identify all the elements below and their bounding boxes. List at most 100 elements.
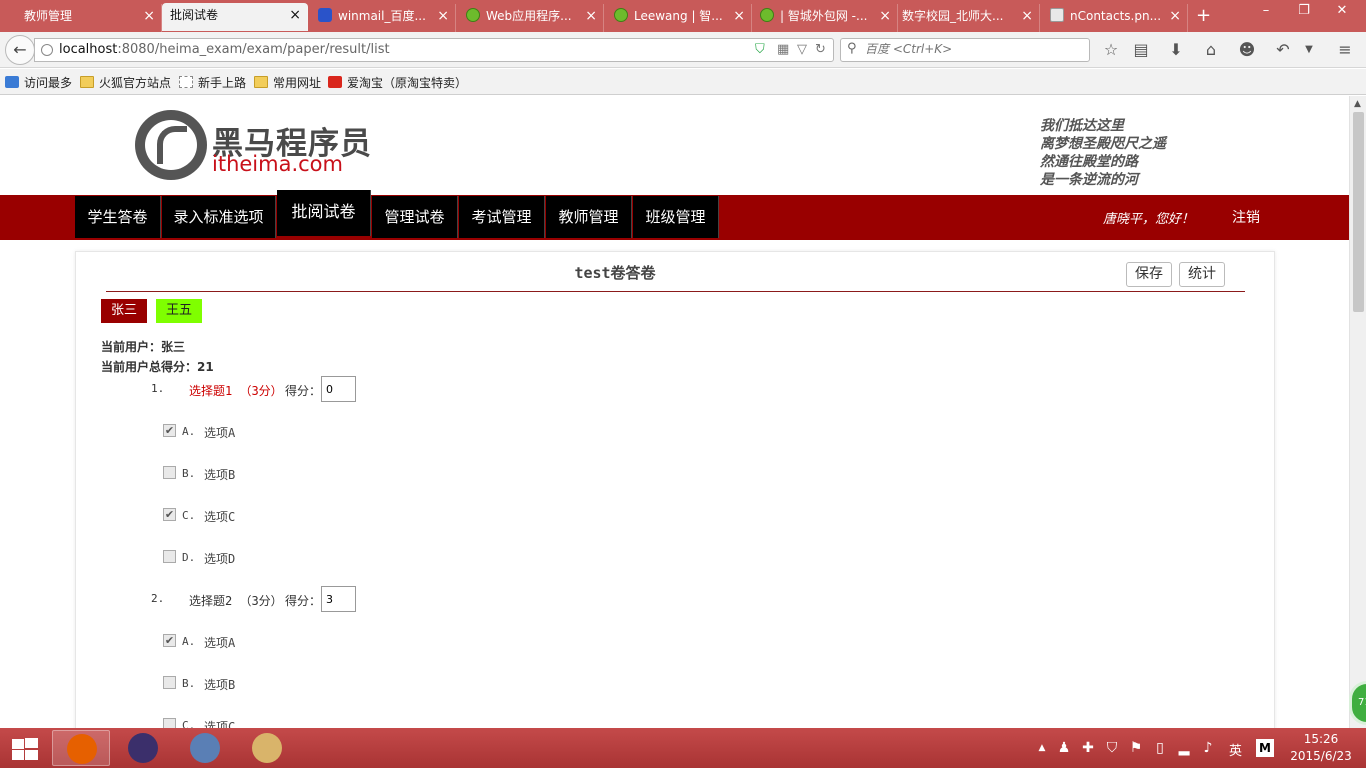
nav-enter-standard-options[interactable]: 录入标准选项 xyxy=(162,196,276,238)
title-divider xyxy=(106,291,1245,292)
tab-close-icon[interactable]: × xyxy=(1021,4,1033,28)
tab-teacher-management[interactable]: 教师管理 × xyxy=(16,4,162,32)
option-checkbox[interactable]: ✔ xyxy=(163,424,176,437)
search-box[interactable]: ⚲ xyxy=(840,38,1090,62)
save-button[interactable]: 保存 xyxy=(1126,262,1172,287)
nav-exam-management[interactable]: 考试管理 xyxy=(459,196,545,238)
reload-icon[interactable]: ↻ xyxy=(815,42,826,57)
logout-link[interactable]: 注销 xyxy=(1232,207,1260,227)
scroll-up-icon[interactable]: ▲ xyxy=(1354,99,1361,109)
tab-leewang[interactable]: Leewang | 智... × xyxy=(606,4,752,32)
nav-review-papers[interactable]: 批阅试卷 xyxy=(277,190,371,236)
download-icon[interactable]: ⬇ xyxy=(1165,40,1187,59)
clock-time[interactable]: 15:26 xyxy=(1290,732,1352,746)
nav-manage-papers[interactable]: 管理试卷 xyxy=(372,196,458,238)
taskbar-mysql[interactable] xyxy=(176,730,234,766)
bookmark-most-visited[interactable]: 访问最多 xyxy=(5,74,72,91)
option-text: 选项B xyxy=(204,678,236,692)
windows-logo-pane xyxy=(25,738,38,748)
tab-close-icon[interactable]: × xyxy=(437,4,449,28)
input-language[interactable]: 英 xyxy=(1229,740,1242,759)
tab-winmail[interactable]: winmail_百度... × xyxy=(310,4,456,32)
tab-review-papers[interactable]: 批阅试卷 × xyxy=(162,3,308,31)
option-checkbox[interactable]: ✔ xyxy=(163,634,176,647)
student-tab-zhangsan[interactable]: 张三 xyxy=(101,299,148,323)
url-bar[interactable]: localhost:8080/heima_exam/exam/paper/res… xyxy=(34,38,834,62)
volume-icon[interactable]: ♪ xyxy=(1200,740,1216,756)
search-input[interactable] xyxy=(865,42,1085,56)
green-globe-icon xyxy=(466,8,480,22)
url-text[interactable]: localhost:8080/heima_exam/exam/paper/res… xyxy=(59,42,390,57)
windows-logo-pane xyxy=(12,739,24,749)
dropdown-arrow-icon[interactable]: ▽ xyxy=(797,42,807,57)
battery-icon[interactable]: ▯ xyxy=(1152,740,1168,756)
page-scrollbar[interactable]: ▲ xyxy=(1349,96,1366,728)
tab-close-icon[interactable]: × xyxy=(143,4,155,28)
network-signal-icon[interactable]: ▂ xyxy=(1176,740,1192,756)
menu-icon[interactable]: ≡ xyxy=(1334,40,1356,59)
windows-start-button[interactable] xyxy=(10,738,38,760)
folder-icon xyxy=(254,76,268,88)
qq-penguin-icon[interactable]: ♟ xyxy=(1056,740,1072,756)
question-score-input[interactable] xyxy=(321,586,356,612)
option-checkbox[interactable] xyxy=(163,550,176,563)
action-center-flag-icon[interactable]: ⚑ xyxy=(1128,740,1144,756)
chevron-down-icon[interactable]: ▼ xyxy=(1298,44,1320,55)
bookmark-firefox-site[interactable]: 火狐官方站点 xyxy=(80,74,171,91)
bookmark-ai-taobao[interactable]: 爱淘宝（原淘宝特卖） xyxy=(328,74,467,91)
site-identity-icon[interactable] xyxy=(41,44,53,56)
bookmark-star-icon[interactable]: ☆ xyxy=(1100,40,1122,59)
taskbar-javaee-ide[interactable] xyxy=(114,730,172,766)
qr-code-icon[interactable]: ▦ xyxy=(777,42,789,57)
bookmark-getting-started[interactable]: 新手上路 xyxy=(179,74,246,91)
bookmark-common-urls[interactable]: 常用网址 xyxy=(254,74,321,91)
horse-head-shape xyxy=(157,126,187,164)
tab-close-icon[interactable]: × xyxy=(1169,4,1181,28)
taskbar-paint[interactable] xyxy=(238,730,296,766)
close-window-icon[interactable]: ✕ xyxy=(1328,2,1356,20)
tab-digital-campus[interactable]: 数字校园_北师大... × xyxy=(894,4,1040,32)
nav-teacher-management[interactable]: 教师管理 xyxy=(546,196,632,238)
tab-close-icon[interactable]: × xyxy=(289,3,301,27)
tab-webapp[interactable]: Web应用程序... × xyxy=(458,4,604,32)
home-icon[interactable]: ⌂ xyxy=(1200,40,1222,59)
tab-close-icon[interactable]: × xyxy=(879,4,891,28)
reading-list-icon[interactable]: ▤ xyxy=(1130,40,1152,59)
security-shield-icon[interactable]: ⛉ xyxy=(1104,740,1120,756)
option-checkbox[interactable] xyxy=(163,466,176,479)
shield-icon[interactable]: ⛉ xyxy=(755,42,765,57)
clock-date[interactable]: 2015/6/23 xyxy=(1284,749,1358,763)
taskbar-firefox[interactable] xyxy=(52,730,110,766)
ime-indicator[interactable]: M xyxy=(1256,739,1274,757)
option-checkbox[interactable] xyxy=(163,676,176,689)
question-label: 选择题2 （3分） xyxy=(189,594,283,608)
green-globe-icon xyxy=(614,8,628,22)
chat-icon[interactable]: ☻ xyxy=(1236,40,1258,59)
tray-expand-icon[interactable]: ▲ xyxy=(1034,743,1050,753)
back-button[interactable]: ← xyxy=(5,35,35,65)
tab-ncontacts[interactable]: nContacts.pn... × xyxy=(1042,4,1188,32)
slogan-line: 然通往殿堂的路 xyxy=(1040,154,1138,170)
score-label: 得分： xyxy=(285,384,322,398)
tab-close-icon[interactable]: × xyxy=(733,4,745,28)
add-plus-icon[interactable]: ✚ xyxy=(1080,740,1096,756)
tab-zhicheng[interactable]: | 智城外包网 -... × xyxy=(752,4,898,32)
minimize-icon[interactable]: – xyxy=(1252,2,1280,20)
windows-logo-pane xyxy=(25,750,38,760)
slogan: 我们抵达这里 离梦想圣殿咫尺之遥 然通往殿堂的路 是一条逆流的河 xyxy=(1040,117,1166,189)
nav-student-answers[interactable]: 学生答卷 xyxy=(75,196,161,238)
option-letter: A. xyxy=(182,425,196,438)
tab-close-icon[interactable]: × xyxy=(585,4,597,28)
firefox-icon xyxy=(67,734,97,764)
scrollbar-thumb[interactable] xyxy=(1353,112,1364,312)
statistics-button[interactable]: 统计 xyxy=(1179,262,1225,287)
option-checkbox[interactable] xyxy=(163,718,176,728)
undo-icon[interactable]: ↶ xyxy=(1272,40,1294,59)
nav-class-management[interactable]: 班级管理 xyxy=(633,196,719,238)
student-tab-wangwu[interactable]: 王五 xyxy=(156,299,203,323)
option-checkbox[interactable]: ✔ xyxy=(163,508,176,521)
restore-icon[interactable]: ❐ xyxy=(1290,2,1318,20)
new-tab-button[interactable]: + xyxy=(1196,5,1211,27)
question-score-input[interactable] xyxy=(321,376,356,402)
browser-tab-strip: 教师管理 × 批阅试卷 × winmail_百度... × Web应用程序...… xyxy=(0,0,1366,32)
